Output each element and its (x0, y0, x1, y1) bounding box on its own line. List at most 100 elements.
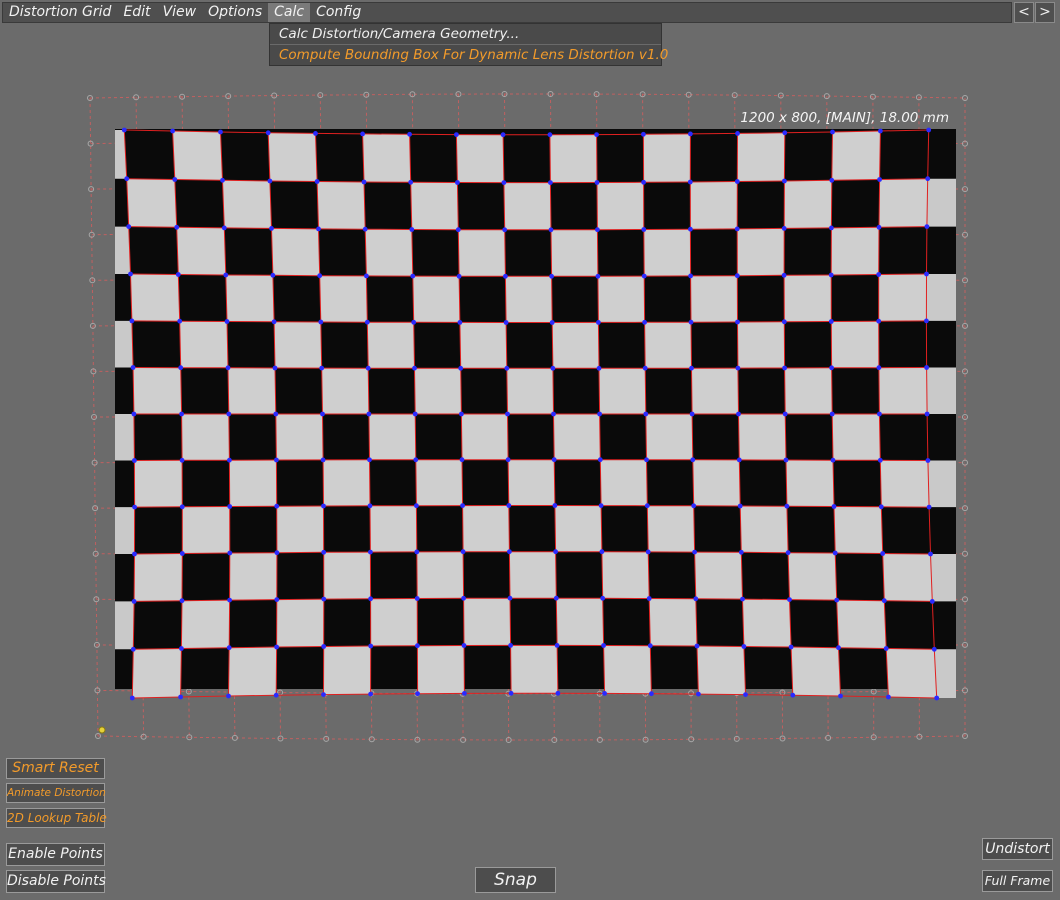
grid-point[interactable] (599, 549, 605, 555)
grid-point[interactable] (500, 132, 506, 138)
grid-point[interactable] (689, 411, 695, 417)
grid-point[interactable] (227, 550, 233, 556)
grid-point[interactable] (410, 273, 416, 279)
grid-point[interactable] (317, 273, 323, 279)
grid-point[interactable] (734, 273, 740, 279)
grid-point[interactable] (644, 457, 649, 463)
grid-point[interactable] (741, 644, 747, 649)
grid-point[interactable] (503, 273, 508, 279)
grid-point[interactable] (414, 503, 419, 509)
grid-point[interactable] (502, 227, 508, 233)
grid-point[interactable] (931, 646, 937, 652)
grid-point[interactable] (878, 128, 883, 134)
grid-point[interactable] (321, 549, 327, 555)
grid-point[interactable] (129, 695, 135, 701)
grid-point[interactable] (836, 645, 841, 651)
grid-point[interactable] (831, 504, 837, 509)
grid-point[interactable] (735, 319, 740, 325)
enable-points-button[interactable]: Enable Points (6, 843, 105, 866)
grid-point[interactable] (781, 319, 787, 325)
grid-point[interactable] (600, 595, 606, 601)
grid-point[interactable] (924, 271, 929, 277)
grid-point[interactable] (274, 644, 279, 650)
grid-point[interactable] (316, 226, 321, 232)
grid-point[interactable] (555, 690, 561, 696)
grid-point[interactable] (273, 692, 279, 698)
grid-point[interactable] (689, 365, 694, 371)
grid-point[interactable] (878, 504, 884, 510)
grid-point[interactable] (594, 132, 599, 138)
grid-point[interactable] (828, 319, 834, 324)
grid-point[interactable] (501, 180, 507, 186)
grid-point[interactable] (877, 411, 882, 417)
grid-point[interactable] (415, 691, 420, 697)
grid-point[interactable] (227, 597, 233, 603)
grid-point[interactable] (928, 551, 933, 557)
grid-point[interactable] (178, 694, 184, 700)
grid-point[interactable] (368, 643, 374, 649)
grid-point[interactable] (362, 226, 368, 232)
grid-point[interactable] (368, 691, 373, 697)
grid-point[interactable] (886, 694, 891, 700)
grid-point[interactable] (601, 643, 606, 648)
grid-point[interactable] (834, 597, 840, 603)
grid-point[interactable] (455, 227, 461, 233)
grid-point[interactable] (642, 319, 647, 325)
grid-point[interactable] (925, 458, 931, 463)
grid-point[interactable] (274, 457, 279, 463)
grid-point[interactable] (172, 177, 178, 182)
grid-point[interactable] (790, 692, 796, 698)
viewport[interactable]: 1200 x 800, [MAIN], 18.00 mm (0, 0, 1060, 760)
grid-point[interactable] (782, 130, 788, 136)
grid-point[interactable] (366, 411, 372, 417)
grid-point[interactable] (364, 319, 370, 325)
grid-point[interactable] (877, 457, 883, 463)
grid-point[interactable] (269, 226, 274, 231)
full-frame-button[interactable]: Full Frame (982, 870, 1053, 892)
grid-point[interactable] (505, 457, 511, 463)
grid-point[interactable] (877, 177, 882, 182)
grid-point[interactable] (414, 549, 420, 555)
grid-point[interactable] (460, 503, 465, 508)
grid-point[interactable] (597, 457, 603, 463)
grid-point[interactable] (129, 318, 135, 324)
snap-button[interactable]: Snap (475, 867, 556, 893)
grid-point[interactable] (265, 130, 271, 136)
grid-point[interactable] (506, 503, 512, 508)
grid-point[interactable] (411, 319, 417, 325)
grid-point[interactable] (505, 411, 510, 417)
grid-point[interactable] (407, 131, 412, 137)
grid-point[interactable] (132, 504, 138, 510)
grid-point[interactable] (220, 177, 225, 183)
grid-point[interactable] (743, 692, 748, 697)
grid-point[interactable] (507, 549, 512, 555)
grid-point[interactable] (829, 177, 835, 183)
grid-point[interactable] (170, 128, 176, 134)
grid-point[interactable] (462, 691, 467, 696)
grid-point[interactable] (415, 643, 420, 649)
grid-point[interactable] (454, 132, 459, 138)
grid-point[interactable] (782, 178, 787, 184)
grid-point[interactable] (121, 127, 127, 133)
grid-point[interactable] (367, 503, 373, 509)
grid-point[interactable] (321, 503, 326, 509)
grid-point[interactable] (829, 225, 834, 231)
grid-point[interactable] (361, 179, 367, 185)
grid-point[interactable] (461, 595, 466, 601)
menu-item-compute-bbox[interactable]: Compute Bounding Box For Dynamic Lens Di… (270, 44, 668, 65)
animate-distortion-button[interactable]: Animate Distortion (6, 783, 106, 803)
grid-point[interactable] (178, 365, 184, 371)
grid-point[interactable] (504, 365, 510, 371)
grid-point[interactable] (782, 411, 788, 417)
grid-point[interactable] (876, 318, 882, 324)
grid-point[interactable] (459, 411, 464, 417)
grid-point[interactable] (274, 597, 280, 602)
grid-point[interactable] (364, 273, 369, 279)
grid-point[interactable] (597, 411, 602, 417)
grid-point[interactable] (408, 179, 414, 185)
grid-point[interactable] (595, 273, 601, 279)
grid-point[interactable] (692, 549, 697, 555)
grid-point[interactable] (368, 596, 373, 602)
grid-point[interactable] (179, 598, 185, 604)
grid-point[interactable] (694, 643, 700, 649)
